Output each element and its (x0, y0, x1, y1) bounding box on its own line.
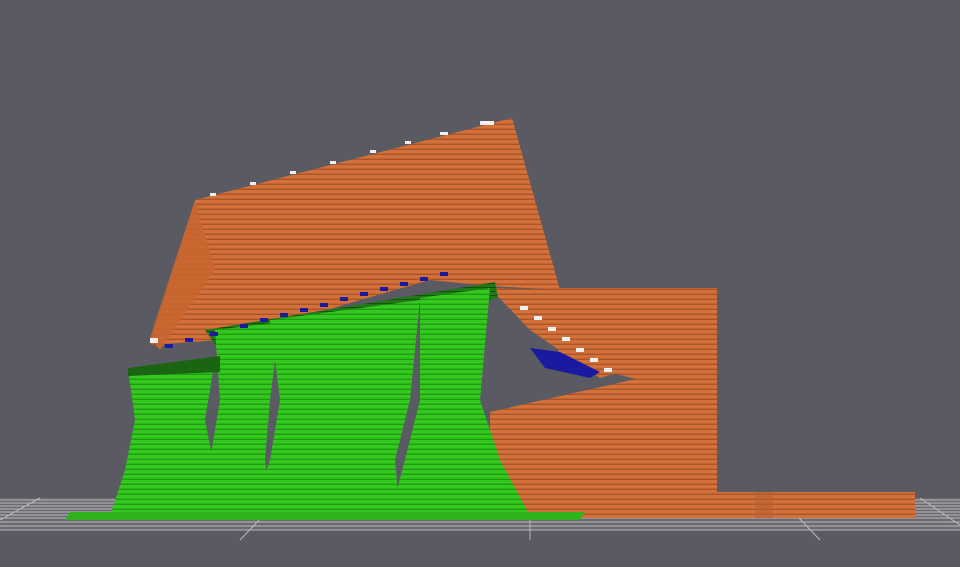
shell-base-plate (717, 492, 915, 518)
support-pillar-3 (250, 300, 420, 516)
support-base-skirt (65, 512, 585, 520)
slicer-3d-viewport[interactable] (0, 0, 960, 567)
